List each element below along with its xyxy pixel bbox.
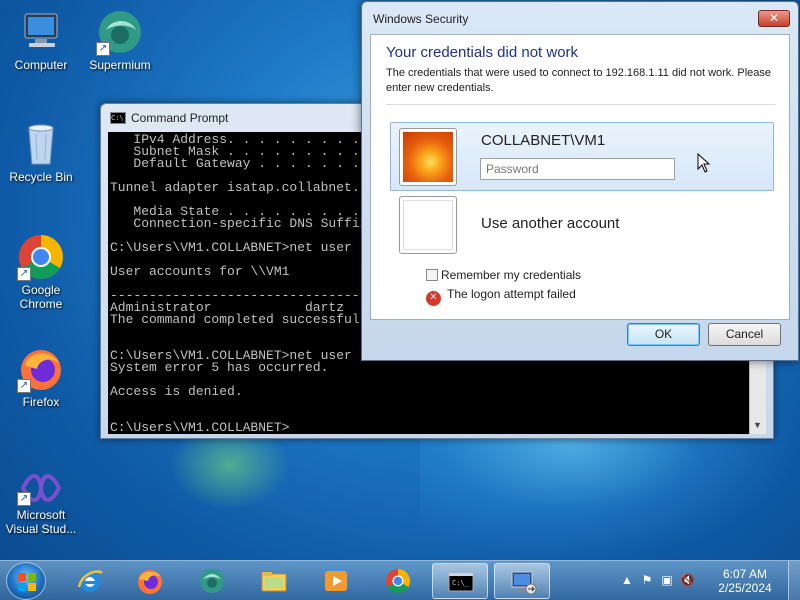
remote-desktop-icon xyxy=(511,571,537,595)
dialog-message: The credentials that were used to connec… xyxy=(386,67,772,94)
windows-logo-icon xyxy=(18,573,36,591)
dialog-title: Windows Security xyxy=(373,12,469,26)
checkbox-icon[interactable] xyxy=(426,269,438,281)
close-button[interactable]: ✕ xyxy=(758,10,790,27)
desktop-icon-label: Microsoft Visual Stud... xyxy=(5,508,77,536)
checkbox-label: Remember my credentials xyxy=(441,268,582,282)
firefox-icon xyxy=(138,570,162,594)
desktop-icon-label: Recycle Bin xyxy=(9,170,73,184)
ok-button[interactable]: OK xyxy=(627,323,700,346)
computer-icon xyxy=(17,8,65,56)
user-avatar xyxy=(399,128,457,186)
shortcut-arrow-icon: ↗ xyxy=(17,267,31,281)
dialog-heading: Your credentials did not work xyxy=(386,44,579,61)
taskbar: C:\_ ▲ ⚑ ▣ 🔇 6:07 AM 2/25/2024 xyxy=(0,560,800,600)
shortcut-arrow-icon: ↗ xyxy=(17,379,31,393)
desktop-icon-supermium[interactable]: ↗ Supermium xyxy=(81,8,159,72)
supermium-icon: ↗ xyxy=(96,8,144,56)
password-input[interactable] xyxy=(480,158,675,180)
mouse-cursor-icon xyxy=(697,153,711,173)
dialog-titlebar[interactable]: Windows Security xyxy=(362,2,798,32)
windows-security-dialog[interactable]: Windows Security ✕ Your credentials did … xyxy=(361,1,799,361)
cancel-button[interactable]: Cancel xyxy=(708,323,781,346)
desktop-icon-recycle-bin[interactable]: Recycle Bin xyxy=(2,120,80,184)
desktop-icon-label: Firefox xyxy=(22,395,60,409)
show-desktop-button[interactable] xyxy=(788,561,800,600)
desktop-icon-label: Supermium xyxy=(89,58,151,72)
console-line: C:\Users\VM1.COLLABNET> xyxy=(110,420,290,434)
desktop-icon-chrome[interactable]: ↗ Google Chrome xyxy=(2,233,80,311)
another-account-avatar[interactable] xyxy=(399,196,457,254)
desktop-icon-computer[interactable]: Computer xyxy=(2,8,80,72)
taskbar-remote-desktop[interactable] xyxy=(494,563,550,599)
taskbar-chrome[interactable] xyxy=(370,563,426,599)
window-title: Command Prompt xyxy=(131,111,229,125)
desktop-icon-visual-studio[interactable]: ↗ Microsoft Visual Stud... xyxy=(2,470,80,536)
error-message: ✕ The logon attempt failed xyxy=(426,287,576,306)
action-center-flag-icon[interactable]: ⚑ xyxy=(640,573,654,587)
taskbar-media-player[interactable] xyxy=(308,563,364,599)
taskbar-file-explorer[interactable] xyxy=(246,563,302,599)
command-prompt-icon: C:\_ xyxy=(110,112,128,124)
taskbar-supermium[interactable] xyxy=(184,563,240,599)
desktop-icon-firefox[interactable]: ↗ Firefox xyxy=(2,345,80,409)
clock-time: 6:07 AM xyxy=(722,567,768,581)
error-icon: ✕ xyxy=(426,291,441,306)
use-another-account-link[interactable]: Use another account xyxy=(481,215,619,232)
taskbar-command-prompt[interactable]: C:\_ xyxy=(432,563,488,599)
dialog-content: Your credentials did not work The creden… xyxy=(370,34,790,320)
firefox-icon: ↗ xyxy=(17,345,65,393)
clock-date: 2/25/2024 xyxy=(718,581,772,595)
error-text: The logon attempt failed xyxy=(447,287,576,301)
network-icon[interactable]: ▣ xyxy=(660,573,674,587)
console-line: Access is denied. xyxy=(110,384,243,399)
show-hidden-icons-icon[interactable]: ▲ xyxy=(620,573,634,587)
divider xyxy=(386,104,776,105)
remember-credentials-checkbox[interactable]: Remember my credentials xyxy=(426,268,581,282)
shortcut-arrow-icon: ↗ xyxy=(96,42,110,56)
desktop-icon-label: Google Chrome xyxy=(19,283,63,311)
chrome-icon xyxy=(386,569,411,594)
chrome-icon: ↗ xyxy=(17,233,65,281)
clock[interactable]: 6:07 AM 2/25/2024 xyxy=(710,567,780,595)
taskbar-firefox[interactable] xyxy=(122,563,178,599)
svg-text:C:\_: C:\_ xyxy=(452,579,470,587)
command-prompt-icon: C:\_ xyxy=(448,572,474,592)
file-explorer-icon xyxy=(261,572,287,592)
system-tray: ▲ ⚑ ▣ 🔇 6:07 AM 2/25/2024 xyxy=(600,561,800,600)
supermium-icon xyxy=(200,569,224,593)
media-player-icon xyxy=(325,571,347,591)
shortcut-arrow-icon: ↗ xyxy=(17,492,31,506)
start-button[interactable] xyxy=(6,562,46,600)
taskbar-internet-explorer[interactable] xyxy=(62,563,118,599)
console-line: System error 5 has occurred. xyxy=(110,360,329,375)
account-name: COLLABNET\VM1 xyxy=(481,132,606,149)
volume-muted-icon[interactable]: 🔇 xyxy=(680,573,695,587)
desktop-icon-label: Computer xyxy=(14,58,68,72)
flower-avatar-icon xyxy=(403,132,453,182)
scroll-down-arrow-icon[interactable]: ▼ xyxy=(753,420,762,430)
recycle-bin-icon xyxy=(17,120,65,168)
internet-explorer-icon xyxy=(77,570,103,592)
visual-studio-icon: ↗ xyxy=(17,470,65,506)
